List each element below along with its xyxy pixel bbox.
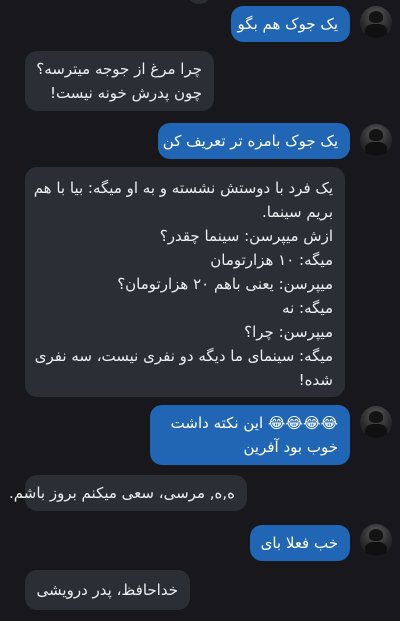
- message-text: شده!: [298, 371, 333, 389]
- message-text: ﻩ,ﻩ, مرسی، سعی میکنم بروز باشم.: [9, 484, 235, 502]
- message-text: یک جوک بامزه تر تعریف کن: [162, 132, 338, 150]
- message-text: میگه: سینمای ما دیگه دو نفری نیست، سه نف…: [34, 347, 333, 365]
- message-text: یک فرد با دوستش نشسته و به او میگه: بیا …: [33, 179, 333, 197]
- message-user-4[interactable]: خب فعلا بای: [250, 525, 350, 561]
- message-bot-3[interactable]: ﻩ,ﻩ, مرسی، سعی میکنم بروز باشم.: [9, 475, 247, 511]
- message-bot-4[interactable]: خداحافظ، پدر درویشی: [25, 570, 190, 610]
- user-avatar-icon[interactable]: [360, 524, 392, 556]
- message-text: چرا مرغ از جوجه میترسه؟: [36, 60, 202, 78]
- user-avatar-icon[interactable]: [360, 406, 392, 438]
- message-text: 😂😂😂😂 این نکته داشت: [170, 414, 338, 432]
- message-user-1[interactable]: یک جوک هم بگو: [231, 6, 350, 42]
- user-avatar-icon[interactable]: [360, 124, 392, 156]
- message-text: میگه: نه: [282, 299, 333, 317]
- message-text: خب فعلا بای: [260, 534, 338, 552]
- message-text: میپرسن: چرا؟: [244, 323, 333, 341]
- message-bot-1[interactable]: چرا مرغ از جوجه میترسه؟ چون پدرش خونه نی…: [25, 51, 214, 111]
- partial-avatar: [188, 0, 210, 4]
- message-user-2[interactable]: یک جوک بامزه تر تعریف کن: [158, 123, 350, 159]
- message-text: ازش میپرسن: سینما چقدر؟: [159, 227, 333, 245]
- message-text: بریم سینما.: [261, 203, 333, 221]
- message-text: یک جوک هم بگو: [237, 15, 338, 33]
- message-bot-2[interactable]: یک فرد با دوستش نشسته و به او میگه: بیا …: [25, 167, 345, 397]
- user-avatar-icon[interactable]: [360, 6, 392, 38]
- message-text: چون پدرش خونه نیست!: [49, 84, 202, 102]
- message-user-3[interactable]: 😂😂😂😂 این نکته داشت خوب بود آفرین: [150, 405, 350, 465]
- message-text: میپرسن: یعنی باهم ۲۰ هزارتومان؟: [117, 275, 333, 293]
- chat-thread: یک جوک هم بگو چرا مرغ از جوجه میترسه؟ چو…: [0, 0, 400, 621]
- message-text: خداحافظ، پدر درویشی: [36, 581, 178, 599]
- message-text: میگه: ۱۰ هزارتومان: [210, 251, 333, 269]
- message-text: خوب بود آفرین: [243, 438, 339, 456]
